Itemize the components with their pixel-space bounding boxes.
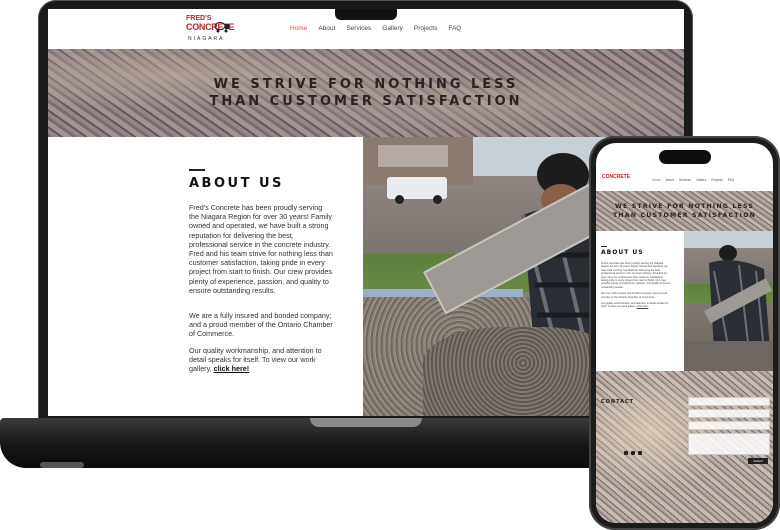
logo-line-1: FRED'S — [186, 15, 212, 22]
mobile-nav: Home About Services Gallery Projects FAQ — [652, 178, 739, 182]
facebook-icon[interactable] — [624, 451, 628, 455]
mobile-site-logo[interactable]: CONCRETE — [602, 175, 630, 187]
nav-about[interactable]: About — [318, 25, 335, 32]
laptop-foot — [40, 462, 84, 468]
contact-name-field[interactable] — [688, 397, 770, 406]
gallery-link[interactable]: click here! — [214, 364, 250, 373]
photo-truck-wheel — [433, 195, 442, 204]
mobile-contact-heading: CONTACT — [601, 399, 635, 405]
photo-truck-wheel — [395, 195, 404, 204]
mobile-hero-banner: WE STRIVE FOR NOTHING LESS THAN CUSTOMER… — [596, 191, 773, 231]
about-paragraph-2: We are a fully insured and bonded compan… — [189, 311, 333, 339]
mobile-photo-scene — [684, 245, 773, 371]
mobile-section-divider — [601, 246, 607, 247]
phone-screen: CONCRETE Home About Services Gallery Pro… — [596, 143, 773, 523]
mobile-about-text: Fred's Concrete has been proudly serving… — [601, 262, 671, 309]
mobile-logo-text: CONCRETE — [602, 174, 631, 180]
hero-overlay — [48, 49, 684, 137]
section-divider — [189, 169, 205, 171]
nav-gallery[interactable]: Gallery — [382, 25, 403, 32]
twitter-icon[interactable] — [631, 451, 635, 455]
laptop-camera-notch — [335, 9, 397, 20]
about-paragraph-3: Our quality workmanship, and attention t… — [189, 346, 334, 374]
contact-email-field[interactable] — [688, 409, 770, 418]
mobile-about-heading: ABOUT US — [601, 249, 644, 256]
mobile-hero-title-line-2: THAN CUSTOMER SATISFACTION — [612, 212, 757, 219]
phone-dynamic-island — [659, 150, 711, 164]
mobile-about-paragraph-3: Our quality workmanship, and attention t… — [601, 302, 671, 309]
mobile-nav-home[interactable]: Home — [652, 178, 661, 182]
about-section: ABOUT US Fred's Concrete has been proudl… — [48, 137, 363, 416]
nav-home[interactable]: Home — [290, 25, 307, 32]
mobile-contact-form: Submit — [688, 397, 770, 464]
nav-projects[interactable]: Projects — [414, 25, 437, 32]
mobile-nav-about[interactable]: About — [666, 178, 674, 182]
about-heading: ABOUT US — [189, 176, 284, 191]
mobile-about-paragraph-1: Fred's Concrete has been proudly serving… — [601, 262, 671, 289]
logo-line-3: NIAGARA — [188, 36, 225, 42]
hero-title-line-2: THAN CUSTOMER SATISFACTION — [209, 94, 523, 109]
hero-title-line-1: WE STRIVE FOR NOTHING LESS — [213, 77, 519, 92]
instagram-icon[interactable] — [638, 451, 642, 455]
photo-house-roof — [378, 145, 448, 167]
contact-phone-field[interactable] — [688, 421, 770, 430]
mobile-nav-gallery[interactable]: Gallery — [696, 178, 706, 182]
mobile-site-header: CONCRETE Home About Services Gallery Pro… — [596, 171, 773, 191]
hero-banner: WE STRIVE FOR NOTHING LESS THAN CUSTOMER… — [48, 49, 684, 137]
mobile-contact-section: CONTACT Submit — [596, 371, 773, 523]
mobile-about-section: ABOUT US Fred's Concrete has been proudl… — [596, 231, 684, 371]
mixer-truck-icon — [214, 22, 229, 33]
contact-message-field[interactable] — [688, 433, 770, 455]
site-logo[interactable]: FRED'S CONCRETE NIAGARA — [186, 15, 234, 43]
nav-faq[interactable]: FAQ — [448, 25, 461, 32]
social-links — [624, 451, 642, 455]
about-paragraph-1: Fred's Concrete has been proudly serving… — [189, 203, 333, 295]
contact-submit-button[interactable]: Submit — [748, 458, 768, 464]
mobile-nav-projects[interactable]: Projects — [711, 178, 723, 182]
mobile-gallery-link[interactable]: click here! — [637, 305, 649, 308]
mobile-nav-services[interactable]: Services — [679, 178, 691, 182]
nav-services[interactable]: Services — [346, 25, 371, 32]
about-paragraph-3-text: Our quality workmanship, and attention t… — [189, 346, 322, 374]
mobile-nav-faq[interactable]: FAQ — [728, 178, 734, 182]
laptop-hinge-groove — [310, 418, 422, 427]
mobile-hero-title-line-1: WE STRIVE FOR NOTHING LESS — [614, 203, 755, 210]
main-nav: Home About Services Gallery Projects FAQ — [290, 25, 472, 32]
mobile-about-paragraph-2: We are a fully insured and bonded compan… — [601, 292, 667, 299]
mobile-worker-photo — [684, 231, 773, 371]
mobile-about-paragraph-3-text: Our quality workmanship, and attention t… — [601, 302, 669, 309]
